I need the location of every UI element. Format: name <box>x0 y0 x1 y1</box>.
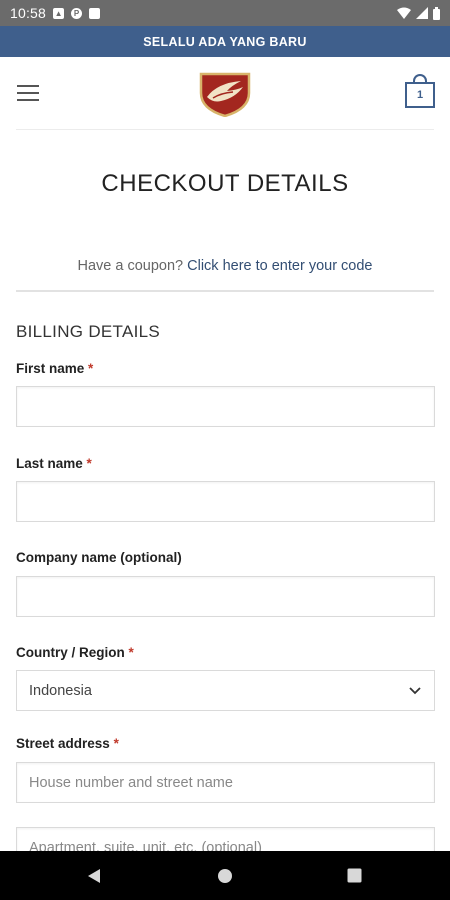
company-name-field[interactable] <box>16 576 435 617</box>
first-name-field[interactable] <box>16 386 435 427</box>
coupon-link[interactable]: Click here to enter your code <box>187 258 372 274</box>
announcement-bar: SELALU ADA YANG BARU <box>0 26 450 57</box>
coupon-divider <box>16 290 434 292</box>
system-navigation-bar <box>0 851 450 900</box>
coupon-prompt: Have a coupon? <box>77 258 184 274</box>
country-selected-value: Indonesia <box>29 682 92 699</box>
announcement-text: SELALU ADA YANG BARU <box>143 34 307 49</box>
header-divider <box>16 129 434 130</box>
required-marker: * <box>128 645 134 660</box>
street-address-label: Street address * <box>16 736 119 751</box>
cart-button[interactable]: 1 <box>405 74 435 108</box>
sd-card-icon <box>89 7 101 19</box>
home-icon[interactable] <box>217 868 233 884</box>
street-address-field[interactable] <box>16 762 435 803</box>
chevron-down-icon <box>409 686 421 694</box>
battery-icon <box>433 6 440 20</box>
site-header: 1 <box>0 57 450 130</box>
status-bar: 10:58 ▲ P <box>0 0 450 26</box>
company-name-label: Company name (optional) <box>16 550 182 565</box>
coupon-notice: Have a coupon? Click here to enter your … <box>0 258 450 274</box>
wifi-icon <box>397 7 411 19</box>
billing-details-title: BILLING DETAILS <box>16 322 161 341</box>
image-notification-icon: ▲ <box>53 7 65 19</box>
country-label: Country / Region * <box>16 645 134 660</box>
country-select[interactable]: Indonesia <box>16 670 435 711</box>
required-marker: * <box>113 736 119 751</box>
back-icon[interactable] <box>86 868 102 884</box>
last-name-label: Last name * <box>16 456 92 471</box>
required-marker: * <box>86 456 92 471</box>
last-name-field[interactable] <box>16 481 435 522</box>
status-time: 10:58 <box>10 5 47 21</box>
signal-icon <box>416 7 428 19</box>
cart-count: 1 <box>405 82 435 108</box>
first-name-label: First name * <box>16 361 94 376</box>
required-marker: * <box>88 361 94 376</box>
brand-logo[interactable] <box>197 71 253 117</box>
app-notification-icon: P <box>71 7 83 19</box>
page-title: CHECKOUT DETAILS <box>101 170 349 197</box>
recents-icon[interactable] <box>347 868 362 883</box>
hamburger-menu-button[interactable] <box>17 85 39 101</box>
